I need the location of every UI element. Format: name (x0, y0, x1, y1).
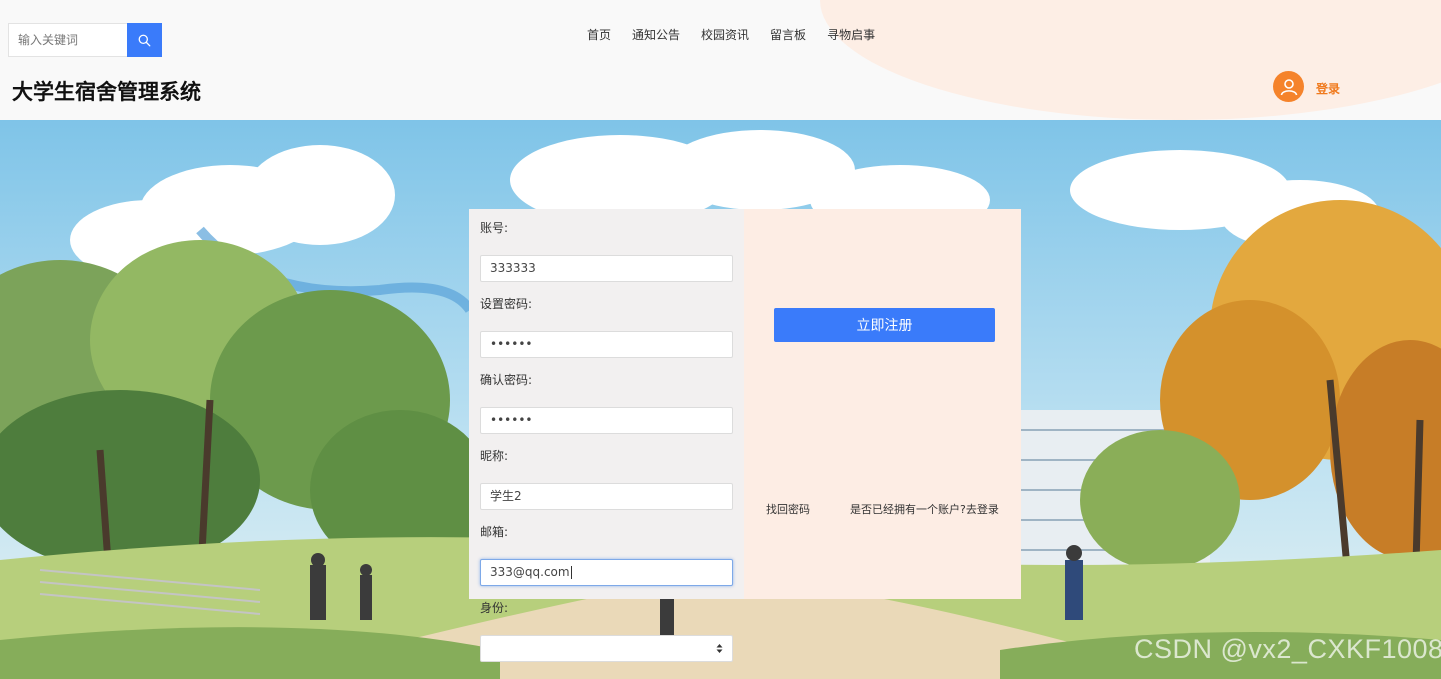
account-input[interactable]: 333333 (480, 255, 733, 282)
select-arrows-icon (716, 644, 723, 653)
register-panel: 账号: 333333 设置密码: •••••• 确认密码: •••••• 昵称:… (469, 209, 1021, 662)
role-select[interactable] (480, 635, 733, 662)
search-icon (138, 34, 151, 46)
password-input[interactable]: •••••• (480, 331, 733, 358)
account-value: 333333 (490, 261, 536, 275)
nav-campus-news[interactable]: 校园资讯 (701, 26, 749, 44)
search-input[interactable] (8, 23, 127, 57)
user-icon (1280, 78, 1297, 95)
forgot-password-link[interactable]: 找回密码 (766, 501, 810, 517)
search-button[interactable] (127, 23, 162, 57)
header-decor-shape (820, 0, 1441, 120)
email-label: 邮箱: (480, 525, 509, 539)
role-label: 身份: (480, 601, 509, 615)
register-form: 账号: 333333 设置密码: •••••• 确认密码: •••••• 昵称:… (469, 209, 744, 662)
nav-notices[interactable]: 通知公告 (632, 26, 680, 44)
password-value: •••••• (490, 337, 533, 351)
nickname-value: 学生2 (490, 489, 522, 503)
register-button[interactable]: 立即注册 (774, 308, 995, 342)
watermark: CSDN @vx2_CXKF10088 (1134, 634, 1441, 664)
nav-home[interactable]: 首页 (587, 26, 611, 44)
confirm-password-value: •••••• (490, 413, 533, 427)
site-title: 大学生宿舍管理系统 (12, 80, 201, 104)
confirm-password-input[interactable]: •••••• (480, 407, 733, 434)
user-avatar-icon[interactable] (1273, 71, 1304, 102)
password-label: 设置密码: (480, 297, 533, 311)
email-value: 333@qq.com (490, 565, 570, 579)
main-nav: 首页 通知公告 校园资讯 留言板 寻物启事 (587, 26, 875, 44)
register-actions: 立即注册 找回密码 是否已经拥有一个账户?去登录 (744, 209, 1021, 599)
search-box (8, 23, 162, 57)
text-cursor (570, 566, 572, 579)
site-header: 首页 通知公告 校园资讯 留言板 寻物启事 大学生宿舍管理系统 登录 (0, 0, 1441, 120)
nickname-label: 昵称: (480, 449, 509, 463)
nav-message-board[interactable]: 留言板 (770, 26, 806, 44)
login-link[interactable]: 登录 (1316, 80, 1340, 97)
nav-lost-found[interactable]: 寻物启事 (827, 26, 875, 44)
confirm-password-label: 确认密码: (480, 373, 533, 387)
go-login-link[interactable]: 是否已经拥有一个账户?去登录 (850, 501, 999, 517)
nickname-input[interactable]: 学生2 (480, 483, 733, 510)
email-input[interactable]: 333@qq.com (480, 559, 733, 586)
account-label: 账号: (480, 221, 509, 235)
